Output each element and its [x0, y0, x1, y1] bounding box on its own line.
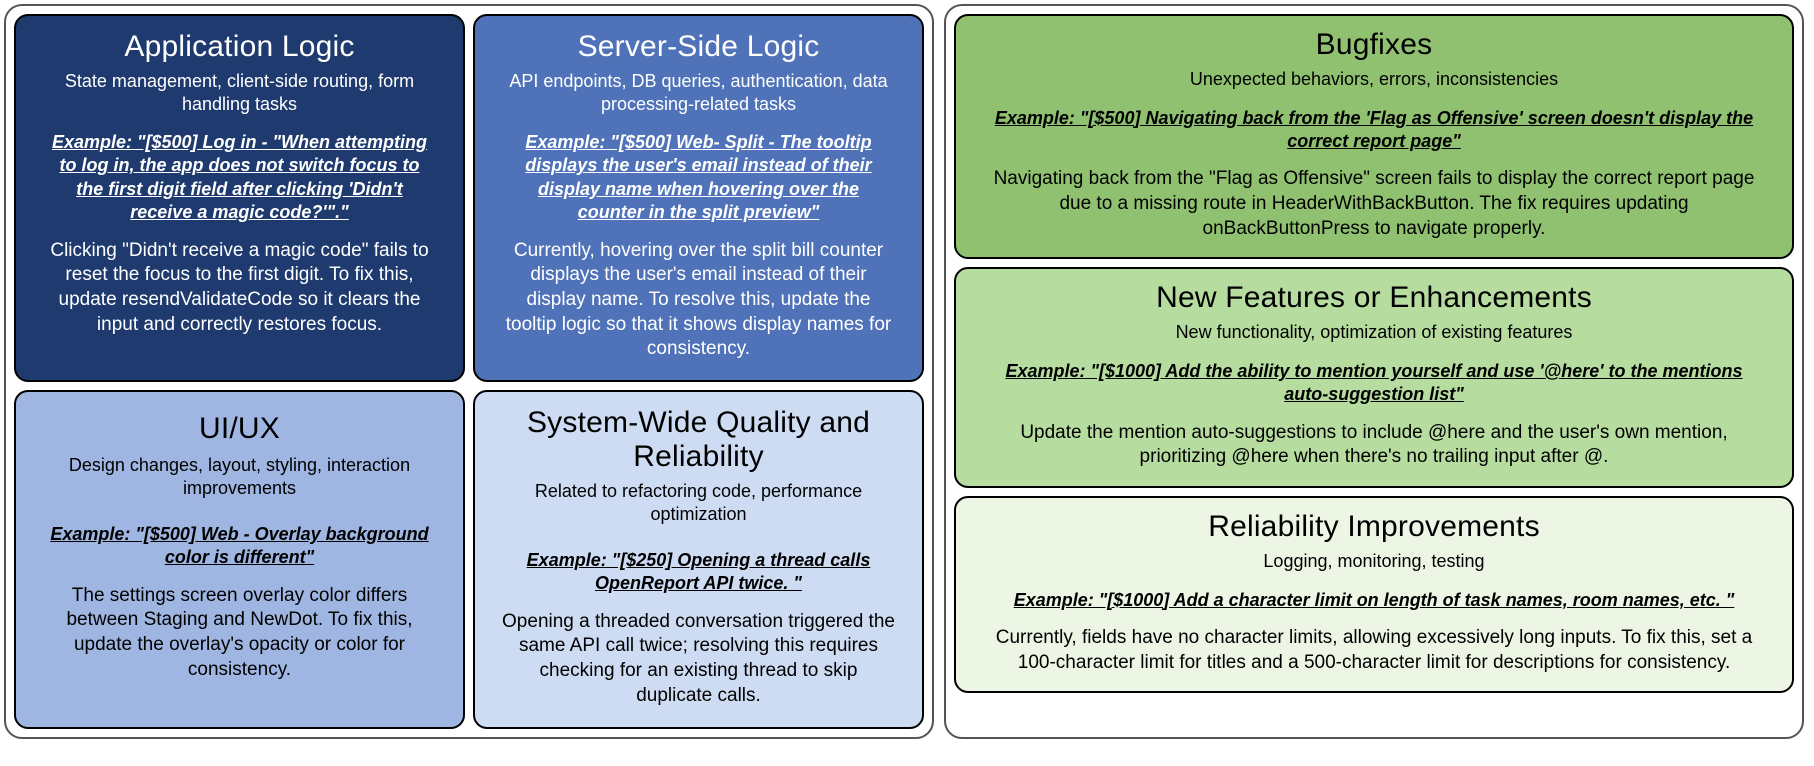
card-title: UI/UX: [38, 412, 441, 446]
card-body: Update the mention auto-suggestions to i…: [982, 421, 1766, 470]
card-server-side-logic: Server-Side Logic API endpoints, DB quer…: [473, 14, 924, 382]
card-title: Reliability Improvements: [982, 510, 1766, 544]
card-title: Application Logic: [38, 30, 441, 64]
card-example: Example: "[$500] Navigating back from th…: [982, 107, 1766, 154]
card-title: Bugfixes: [982, 28, 1766, 62]
card-subtitle: API endpoints, DB queries, authenticatio…: [497, 70, 900, 115]
card-example: Example: "[$1000] Add a character limit …: [982, 589, 1766, 612]
card-example: Example: "[$500] Web - Overlay backgroun…: [38, 523, 441, 570]
card-subtitle: Logging, monitoring, testing: [982, 550, 1766, 573]
card-bugfixes: Bugfixes Unexpected behaviors, errors, i…: [954, 14, 1794, 259]
card-reliability-improvements: Reliability Improvements Logging, monito…: [954, 496, 1794, 693]
card-example: Example: "[$250] Opening a thread calls …: [497, 549, 900, 596]
card-example: Example: "[$500] Log in - "When attempti…: [38, 131, 441, 225]
card-body: Opening a threaded conversation triggere…: [497, 610, 900, 709]
card-subtitle: Related to refactoring code, performance…: [497, 480, 900, 525]
card-body: Navigating back from the "Flag as Offens…: [982, 167, 1766, 241]
left-panel: Application Logic State management, clie…: [4, 4, 934, 739]
card-example: Example: "[$1000] Add the ability to men…: [982, 360, 1766, 407]
card-subtitle: New functionality, optimization of exist…: [982, 321, 1766, 344]
card-new-features: New Features or Enhancements New functio…: [954, 267, 1794, 488]
diagram-root: Application Logic State management, clie…: [4, 4, 1810, 739]
card-title: System-Wide Quality and Reliability: [497, 406, 900, 474]
card-body: The settings screen overlay color differ…: [38, 584, 441, 683]
card-example: Example: "[$500] Web- Split - The toolti…: [497, 131, 900, 225]
card-subtitle: Design changes, layout, styling, interac…: [38, 454, 441, 499]
card-ui-ux: UI/UX Design changes, layout, styling, i…: [14, 390, 465, 729]
card-quality-reliability: System-Wide Quality and Reliability Rela…: [473, 390, 924, 729]
card-body: Currently, fields have no character limi…: [982, 626, 1766, 675]
card-body: Clicking "Didn't receive a magic code" f…: [38, 239, 441, 338]
right-panel: Bugfixes Unexpected behaviors, errors, i…: [944, 4, 1804, 739]
card-application-logic: Application Logic State management, clie…: [14, 14, 465, 382]
card-title: New Features or Enhancements: [982, 281, 1766, 315]
card-title: Server-Side Logic: [497, 30, 900, 64]
card-body: Currently, hovering over the split bill …: [497, 239, 900, 362]
card-subtitle: State management, client-side routing, f…: [38, 70, 441, 115]
card-subtitle: Unexpected behaviors, errors, inconsiste…: [982, 68, 1766, 91]
